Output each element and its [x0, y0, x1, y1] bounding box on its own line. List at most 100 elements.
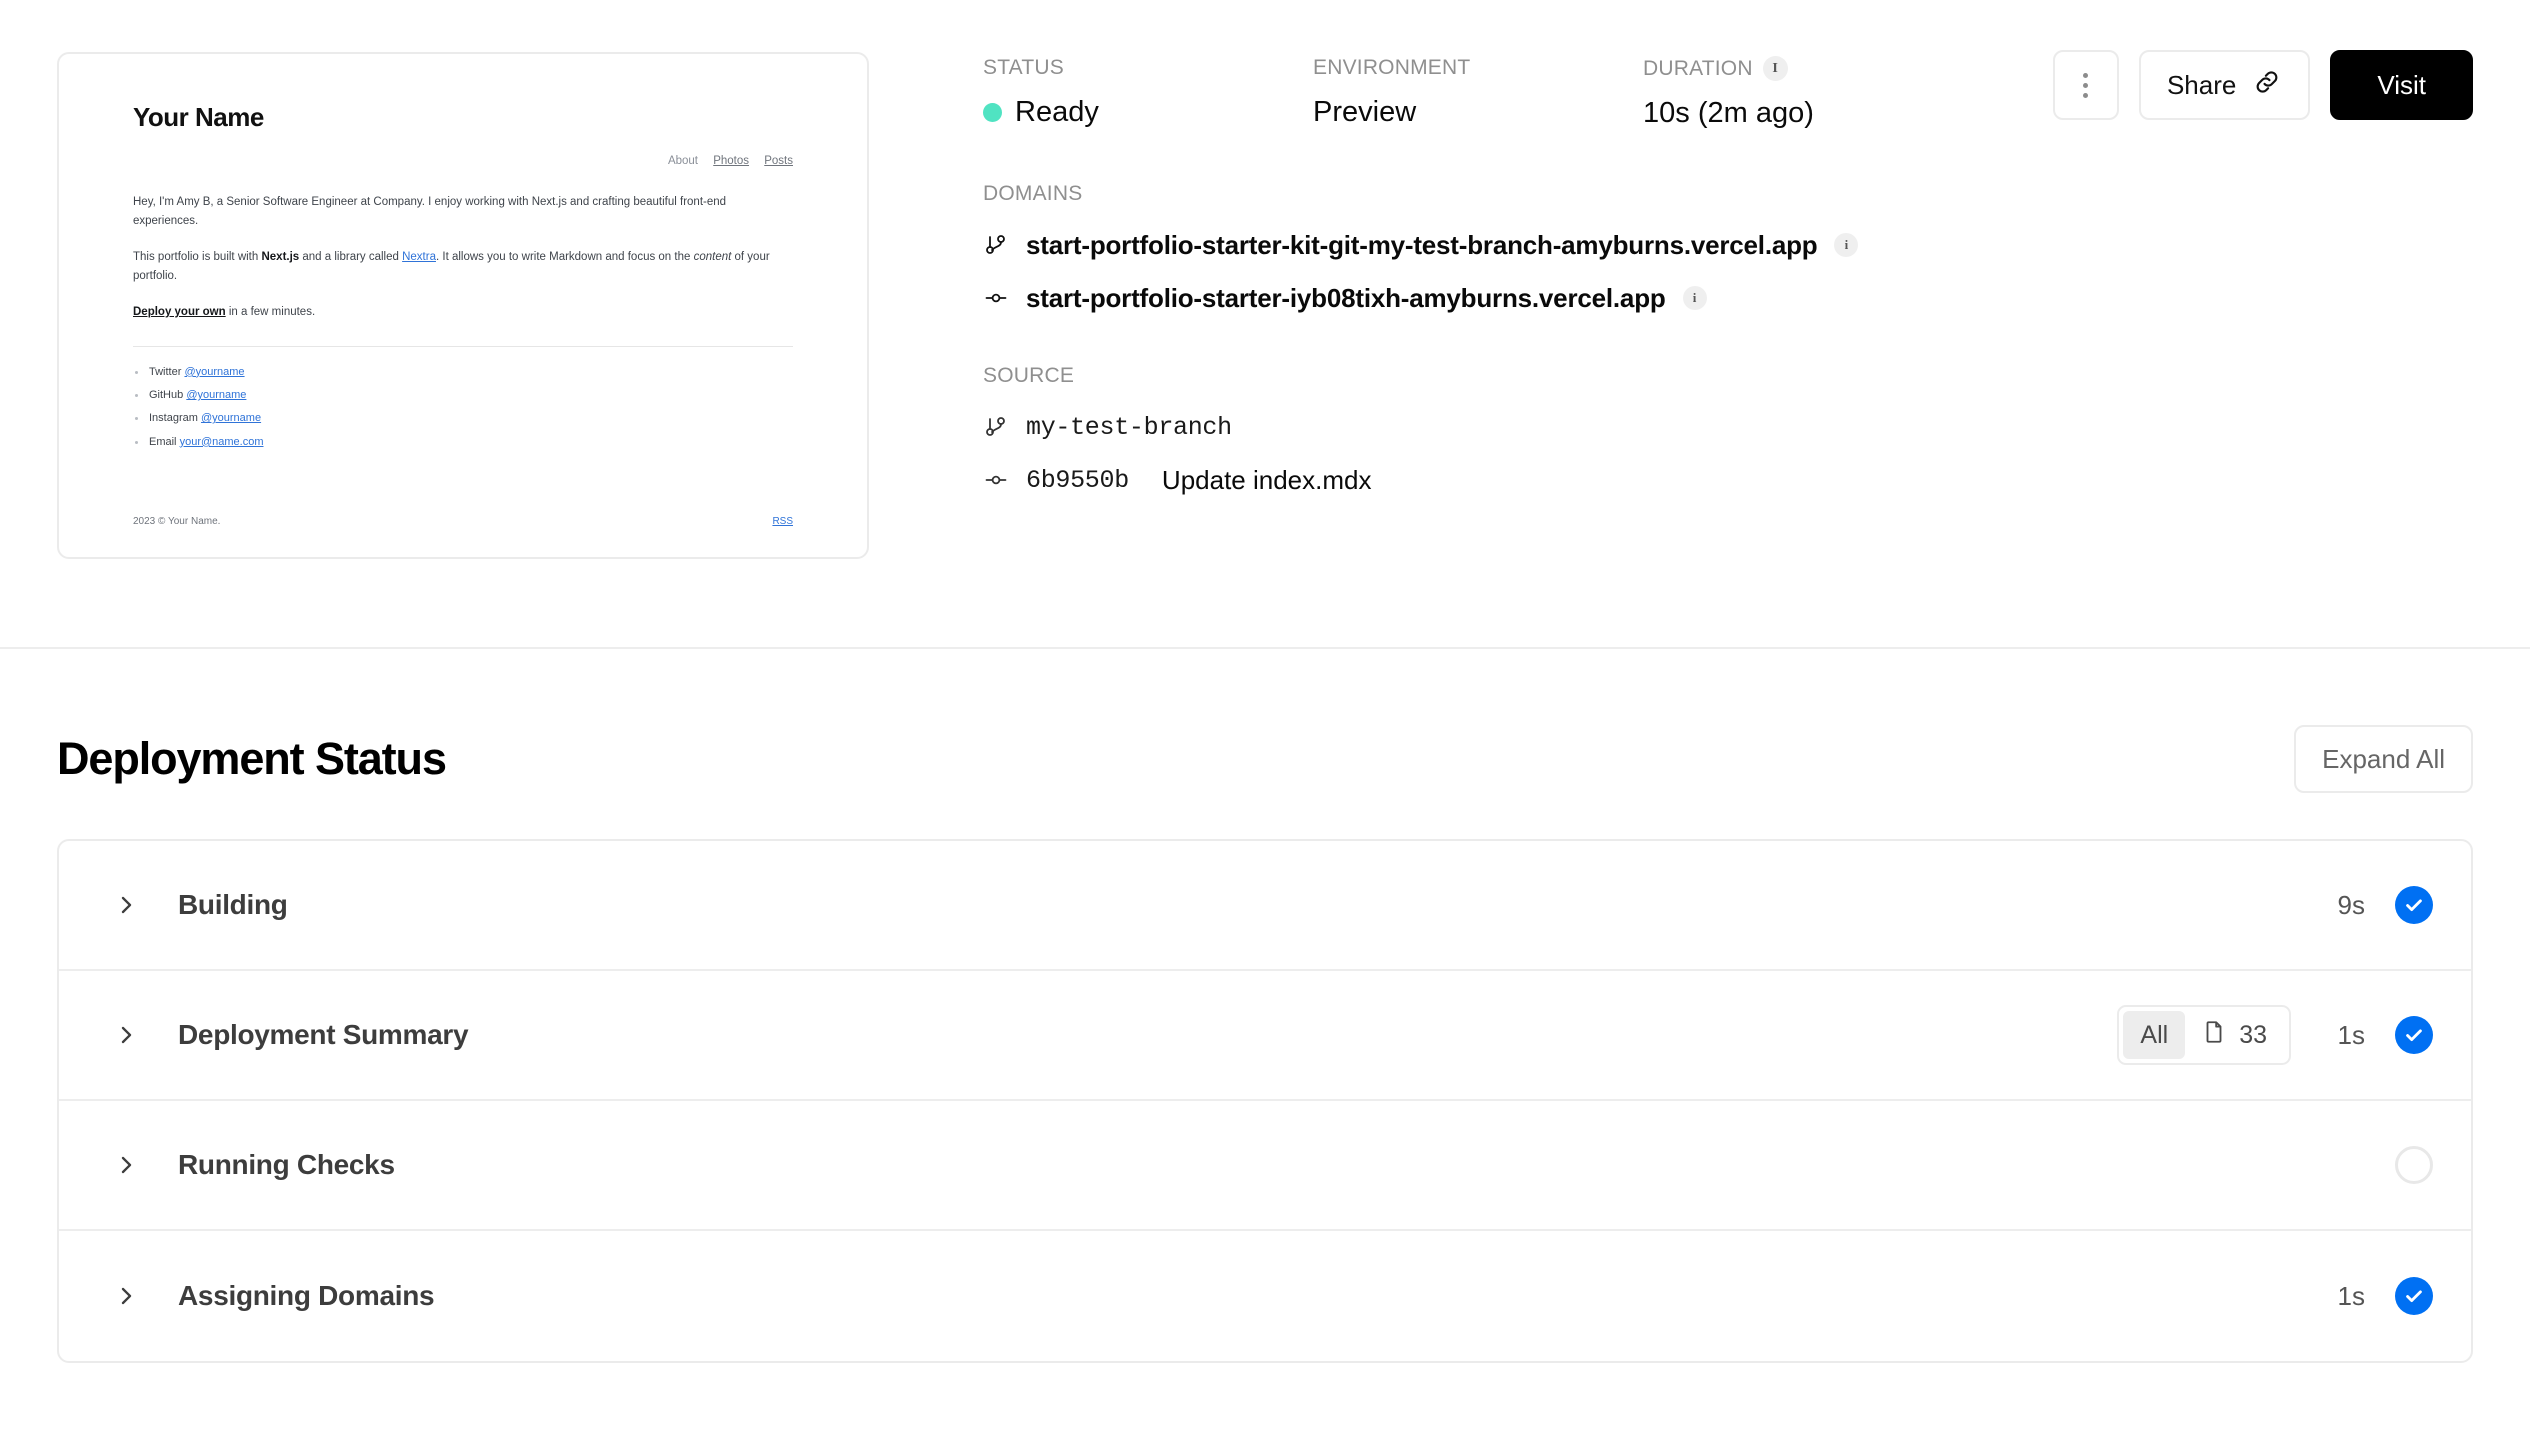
- preview-deploy-your-own-link[interactable]: Deploy your own: [133, 306, 226, 318]
- source-commit-row: 6b9550b Update index.mdx: [983, 458, 2473, 502]
- preview-footer: 2023 © Your Name. RSS: [133, 516, 793, 527]
- more-options-button[interactable]: [2052, 50, 2119, 120]
- preview-social-label-email: Email: [149, 435, 177, 448]
- source-commit-hash[interactable]: 6b9550b: [1026, 466, 1129, 495]
- git-commit-icon: [983, 467, 1009, 493]
- file-count-badge[interactable]: All 33: [2117, 1005, 2291, 1065]
- environment-value: Preview: [1313, 96, 1417, 128]
- preview-paragraph-deploy: Deploy your own in a few minutes.: [133, 303, 793, 322]
- domain-row-commit: start-portfolio-starter-iyb08tixh-amybur…: [983, 276, 2473, 320]
- check-circle-icon: [2395, 1016, 2433, 1054]
- info-icon[interactable]: i: [1682, 286, 1707, 310]
- source-label: SOURCE: [983, 364, 1075, 387]
- visit-button[interactable]: Visit: [2330, 50, 2473, 120]
- chevron-right-icon[interactable]: [114, 1284, 138, 1308]
- file-count-group: 33: [2185, 1019, 2285, 1052]
- deployment-preview-thumbnail[interactable]: Your Name About Photos Posts Hey, I'm Am…: [57, 52, 869, 559]
- link-icon: [2252, 67, 2282, 104]
- check-circle-icon: [2395, 886, 2433, 924]
- step-label-building: Building: [178, 889, 288, 920]
- preview-social-label-instagram: Instagram: [149, 412, 198, 425]
- file-icon: [2201, 1019, 2227, 1052]
- pending-circle-icon: [2395, 1146, 2433, 1184]
- preview-nextra-link[interactable]: Nextra: [402, 251, 436, 263]
- duration-label-wrap: DURATION i: [1643, 56, 1973, 81]
- table-row[interactable]: Assigning Domains 1s: [59, 1231, 2471, 1361]
- step-label-running-checks: Running Checks: [178, 1149, 395, 1180]
- visit-button-label: Visit: [2377, 69, 2426, 100]
- preview-social-label-twitter: Twitter: [149, 365, 182, 378]
- deployment-overview: Your Name About Photos Posts Hey, I'm Am…: [0, 0, 2530, 559]
- header-actions: Share Visit: [2052, 50, 2473, 120]
- preview-paragraph-portfolio: This portfolio is built with Next.js and…: [133, 248, 793, 286]
- check-circle-icon: [2395, 1277, 2433, 1315]
- step-meta: [2321, 1146, 2433, 1184]
- source-section: SOURCE my-test-branch 6b9550b Update ind…: [983, 364, 2473, 502]
- preview-p2-italic: content: [693, 250, 732, 263]
- deployment-status-section: Deployment Status Expand All Building 9s: [0, 649, 2530, 1363]
- preview-rss-link[interactable]: RSS: [772, 516, 793, 527]
- status-block: STATUS Ready: [983, 56, 1313, 129]
- source-commit-message: Update index.mdx: [1161, 464, 1372, 495]
- preview-site-nav: About Photos Posts: [133, 155, 793, 167]
- preview-nav-photos: Photos: [713, 155, 750, 167]
- chevron-right-icon[interactable]: [114, 893, 138, 917]
- status-badge: Ready: [1015, 96, 1099, 128]
- share-button[interactable]: Share: [2138, 50, 2311, 120]
- source-branch-row: my-test-branch: [983, 405, 2473, 449]
- page-title: Deployment Status: [57, 733, 447, 784]
- expand-all-button[interactable]: Expand All: [2294, 725, 2473, 793]
- info-icon[interactable]: i: [1834, 233, 1859, 257]
- git-commit-icon: [983, 285, 1009, 311]
- preview-nav-about: About: [667, 155, 699, 167]
- file-filter-all[interactable]: All: [2123, 1011, 2186, 1059]
- table-row[interactable]: Deployment Summary All 33 1s: [59, 971, 2471, 1101]
- preview-social-handle-github[interactable]: @yourname: [186, 389, 246, 401]
- list-item: Instagram @yourname: [133, 411, 793, 425]
- step-meta: All 33 1s: [2117, 1005, 2433, 1065]
- step-label-deployment-summary: Deployment Summary: [178, 1019, 469, 1050]
- duration-block: DURATION i 10s (2m ago): [1643, 56, 1973, 130]
- deployment-status-header: Deployment Status Expand All: [57, 649, 2473, 839]
- environment-label: ENVIRONMENT: [1313, 56, 1471, 79]
- preview-nav-posts: Posts: [764, 155, 793, 167]
- list-item: Email your@name.com: [133, 435, 793, 449]
- chevron-right-icon[interactable]: [114, 1023, 138, 1047]
- step-duration-building: 9s: [2337, 889, 2365, 920]
- preview-copyright: 2023 © Your Name.: [133, 516, 221, 527]
- list-item: Twitter @yourname: [133, 365, 793, 379]
- preview-p2-mid: and a library called: [299, 250, 403, 263]
- domain-row-branch: start-portfolio-starter-kit-git-my-test-…: [983, 223, 2473, 267]
- chevron-right-icon[interactable]: [114, 1153, 138, 1177]
- preview-social-links: Twitter @yourname GitHub @yourname Insta…: [133, 365, 793, 449]
- preview-paragraph-intro: Hey, I'm Amy B, a Senior Software Engine…: [133, 196, 727, 227]
- expand-all-label: Expand All: [2322, 743, 2445, 774]
- git-branch-icon: [983, 232, 1009, 258]
- git-branch-icon: [983, 414, 1009, 440]
- step-duration-assigning-domains: 1s: [2337, 1280, 2365, 1311]
- preview-social-handle-instagram[interactable]: @yourname: [201, 412, 261, 424]
- file-count-value: 33: [2239, 1020, 2267, 1049]
- preview-p2-pre: This portfolio is built with: [133, 250, 262, 263]
- preview-p3-rest: in a few minutes.: [225, 305, 316, 318]
- domain-url-deployment[interactable]: start-portfolio-starter-iyb08tixh-amybur…: [1026, 283, 1666, 314]
- kebab-menu-icon: [2083, 72, 2089, 98]
- step-label-assigning-domains: Assigning Domains: [178, 1280, 435, 1311]
- preview-social-handle-email[interactable]: your@name.com: [180, 436, 264, 448]
- preview-page-content: Your Name About Photos Posts Hey, I'm Am…: [59, 54, 867, 557]
- domain-url-preview-branch[interactable]: start-portfolio-starter-kit-git-my-test-…: [1026, 230, 1818, 261]
- preview-p2-bold: Next.js: [261, 250, 300, 263]
- deployment-meta-column: STATUS Ready ENVIRONMENT Preview DURATIO…: [869, 52, 2473, 559]
- info-icon[interactable]: i: [1762, 56, 1788, 81]
- status-label: STATUS: [983, 56, 1064, 79]
- preview-social-handle-twitter[interactable]: @yourname: [184, 366, 244, 378]
- preview-site-title: Your Name: [133, 102, 264, 132]
- table-row[interactable]: Running Checks: [59, 1101, 2471, 1231]
- preview-p2-post: . It allows you to write Markdown and fo…: [435, 250, 694, 263]
- source-branch-name[interactable]: my-test-branch: [1026, 413, 1232, 442]
- duration-value: 10s (2m ago): [1643, 97, 1814, 129]
- environment-block: ENVIRONMENT Preview: [1313, 56, 1643, 129]
- step-duration-deployment-summary: 1s: [2337, 1019, 2365, 1050]
- table-row[interactable]: Building 9s: [59, 841, 2471, 971]
- share-button-label: Share: [2166, 69, 2237, 100]
